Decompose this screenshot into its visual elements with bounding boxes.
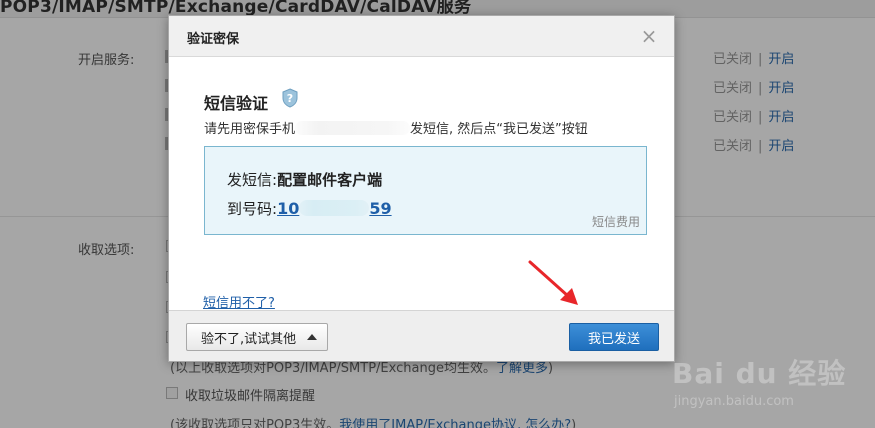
dialog-header: 验证密保 × bbox=[169, 16, 674, 57]
watermark-brand: Bai du 经验 bbox=[672, 357, 847, 390]
verify-security-dialog: 验证密保 × 短信验证 ? 请先用密保手机 发短信, 然后点“我已发送”按钮 发短… bbox=[168, 15, 675, 362]
sms-fee-label: 短信费用 bbox=[591, 215, 640, 229]
watermark-url: jingyan.baidu.com bbox=[674, 394, 794, 409]
sms-content: 配置邮件客户端 bbox=[277, 171, 383, 189]
close-icon[interactable]: × bbox=[638, 25, 660, 47]
sms-verify-heading: 短信验证 bbox=[204, 94, 269, 113]
try-other-method-button[interactable]: 验不了,试试其他 bbox=[186, 323, 328, 351]
sms-unavailable-link[interactable]: 短信用不了? bbox=[203, 292, 275, 311]
target-number-line: 到号码:10 59 bbox=[227, 199, 392, 218]
i-have-sent-button[interactable]: 我已发送 bbox=[569, 323, 659, 351]
redacted-phone bbox=[295, 121, 411, 135]
baidu-jingyan-watermark: Bai du 经验 jingyan.baidu.com bbox=[672, 352, 872, 426]
caret-up-icon bbox=[307, 334, 317, 340]
dialog-title: 验证密保 bbox=[187, 32, 240, 47]
sms-content-line: 发短信:配置邮件客户端 bbox=[227, 171, 383, 189]
redacted-number bbox=[299, 200, 370, 216]
dialog-footer: 验不了,试试其他 我已发送 bbox=[169, 310, 674, 361]
sms-info-box: 发短信:配置邮件客户端 到号码:10 59 短信费用 bbox=[204, 146, 647, 235]
target-number-link[interactable]: 10 59 bbox=[277, 199, 392, 218]
shield-icon: ? bbox=[282, 88, 298, 108]
svg-text:?: ? bbox=[287, 92, 293, 105]
sms-instruction: 请先用密保手机 发短信, 然后点“我已发送”按钮 bbox=[204, 121, 588, 137]
